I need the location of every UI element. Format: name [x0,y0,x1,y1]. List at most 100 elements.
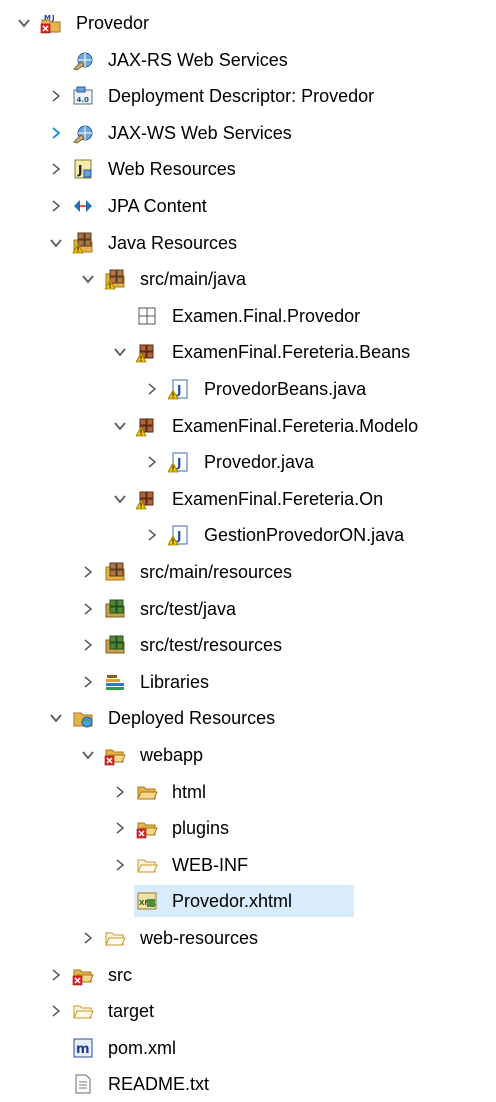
expand-chevron-icon[interactable] [80,601,96,617]
tree-item[interactable]: XML Provedor.xhtml [0,883,496,919]
tree-item[interactable]: plugins [0,810,496,846]
tree-item[interactable]: JPA Content [0,188,496,224]
tree-item[interactable]: ExamenFinal.Fereteria.Beans [0,334,496,370]
tree-item-label: pom.xml [108,1038,177,1058]
tree-item-label: JPA Content [108,196,207,216]
collapse-chevron-icon[interactable] [80,747,96,763]
tree-item-label: JAX-WS Web Services [108,123,292,143]
collapse-chevron-icon[interactable] [112,418,128,434]
tree-item[interactable]: src/main/resources [0,554,496,590]
collapse-chevron-icon[interactable] [48,710,64,726]
tree-item[interactable]: J ProvedorBeans.java [0,371,496,407]
expand-chevron-icon[interactable] [144,527,160,543]
tree-item-label: Examen.Final.Provedor [172,306,361,326]
tree-item[interactable]: JAX-WS Web Services [0,115,496,151]
web-services-icon [72,49,94,71]
tree-item-label: src [108,965,132,985]
collapse-chevron-icon[interactable] [80,271,96,287]
xhtml-file-icon: XML [136,890,158,912]
tree-item-label: src/test/java [140,599,237,619]
expand-chevron-icon[interactable] [48,967,64,983]
collapse-chevron-icon[interactable] [112,491,128,507]
tree-item-label: src/main/java [140,269,247,289]
package-warning-icon [136,415,158,437]
tree-item-label: ExamenFinal.Fereteria.Beans [172,342,411,362]
java-file-warning-icon: J [168,524,190,546]
tree-item[interactable]: src/test/resources [0,627,496,663]
expand-chevron-icon[interactable] [112,784,128,800]
folder-error-icon [72,964,94,986]
empty-package-icon [136,305,158,327]
tree-item[interactable]: J Web Resources [0,151,496,187]
source-folder-warning-icon [104,268,126,290]
jpa-icon [72,195,94,217]
tree-item-label: Web Resources [108,159,236,179]
tree-item-label: Provedor.xhtml [172,891,293,911]
test-source-folder-icon [104,634,126,656]
tree-item[interactable]: src/main/java [0,261,496,297]
tree-item-label: html [172,782,207,802]
expand-chevron-icon[interactable] [144,454,160,470]
expand-chevron-icon[interactable] [48,198,64,214]
tree-item[interactable]: J Provedor.java [0,444,496,480]
expand-chevron-icon[interactable] [112,820,128,836]
tree-item-label: ProvedorBeans.java [204,379,367,399]
collapse-chevron-icon[interactable] [48,235,64,251]
tree-item[interactable]: Java Resources [0,225,496,261]
expand-chevron-icon[interactable] [48,1003,64,1019]
tree-item-label: src/main/resources [140,562,293,582]
tree-item-label: README.txt [108,1074,210,1094]
collapse-chevron-icon[interactable] [16,15,32,31]
collapse-chevron-icon[interactable] [112,344,128,360]
tree-item-label: Java Resources [108,233,238,253]
tree-item[interactable]: src [0,957,496,993]
svg-text:J: J [77,163,82,177]
tree-item[interactable]: J GestionProvedorON.java [0,517,496,553]
tree-item[interactable]: webapp [0,737,496,773]
tree-item-label: JAX-RS Web Services [108,50,288,70]
expand-chevron-icon[interactable] [48,88,64,104]
tree-item[interactable]: ExamenFinal.Fereteria.Modelo [0,408,496,444]
tree-item[interactable]: ExamenFinal.Fereteria.On [0,481,496,517]
expand-chevron-icon[interactable] [112,857,128,873]
expand-chevron-icon[interactable] [80,564,96,580]
web-resources-icon: J [72,158,94,180]
expand-chevron-icon[interactable] [80,637,96,653]
tree-item[interactable]: Libraries [0,664,496,700]
tree-item[interactable]: html [0,774,496,810]
expand-chevron-icon[interactable] [80,930,96,946]
package-warning-icon [136,488,158,510]
tree-item[interactable]: src/test/java [0,591,496,627]
web-services-icon [72,122,94,144]
tree-item[interactable]: WEB-INF [0,847,496,883]
tree-item[interactable]: 4.0 Deployment Descriptor: Provedor [0,78,496,114]
tree-item[interactable]: Examen.Final.Provedor [0,298,496,334]
package-warning-icon [136,341,158,363]
deployed-resources-icon [72,707,94,729]
expand-chevron-icon[interactable] [144,381,160,397]
svg-text:J: J [51,14,55,22]
tree-item[interactable]: web-resources [0,920,496,956]
tree-item[interactable]: m pom.xml [0,1030,496,1066]
tree-item[interactable]: target [0,993,496,1029]
expand-chevron-icon[interactable] [80,674,96,690]
svg-text:m: m [76,1042,90,1057]
source-folder-icon [104,561,126,583]
java-resources-warning-icon [72,232,94,254]
tree-item[interactable]: JAX-RS Web Services [0,42,496,78]
tree-item-label: GestionProvedorON.java [204,525,405,545]
tree-item[interactable]: M J Provedor [0,5,496,41]
expand-chevron-icon[interactable] [48,161,64,177]
tree-item[interactable]: README.txt [0,1066,496,1102]
tree-item-label: target [108,1001,155,1021]
expand-chevron-icon[interactable] [48,125,64,141]
tree-item-label: webapp [140,745,204,765]
tree-item-label: WEB-INF [172,855,248,875]
test-source-folder-icon [104,598,126,620]
tree-item-label: Libraries [140,672,210,692]
tree-item[interactable]: Deployed Resources [0,700,496,736]
svg-text:J: J [176,529,181,543]
svg-text:M: M [44,14,51,22]
folder-error-icon [104,744,126,766]
tree-item-label: web-resources [140,928,259,948]
